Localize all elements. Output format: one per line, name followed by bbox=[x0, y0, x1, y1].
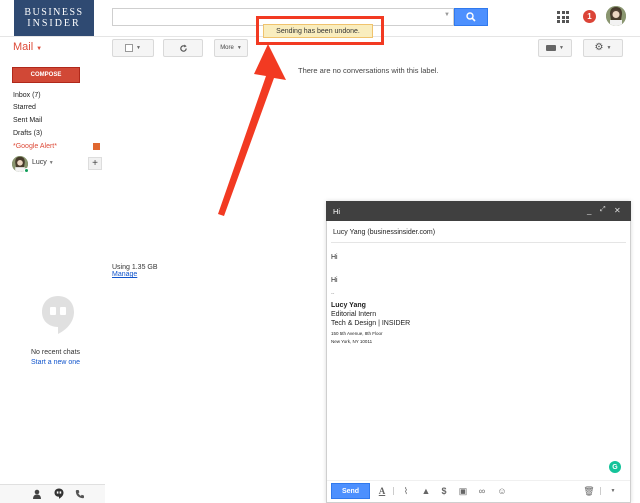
toolbar-divider bbox=[600, 487, 601, 495]
mail-label: Mail bbox=[13, 41, 34, 53]
drive-icon[interactable]: ▲ bbox=[420, 485, 432, 497]
more-options-icon[interactable]: ▼ bbox=[607, 485, 619, 497]
sidebar-item-sent[interactable]: Sent Mail bbox=[13, 117, 42, 124]
checkbox-icon bbox=[125, 44, 134, 52]
format-text-icon[interactable]: A bbox=[376, 485, 388, 497]
annotation-arrow bbox=[218, 44, 286, 216]
compose-button[interactable]: COMPOSE bbox=[12, 67, 80, 83]
refresh-button[interactable] bbox=[163, 39, 203, 57]
chat-user-menu[interactable]: Lucy ▼ bbox=[32, 159, 54, 166]
input-tools-button[interactable]: ▼ bbox=[538, 39, 572, 57]
search-button[interactable] bbox=[454, 8, 488, 26]
sidebar-item-starred[interactable]: Starred bbox=[13, 104, 36, 111]
emoji-icon[interactable]: ☺ bbox=[496, 485, 508, 497]
money-icon[interactable]: $ bbox=[438, 485, 450, 497]
compose-title: Hi bbox=[333, 206, 341, 216]
search-icon bbox=[466, 12, 476, 22]
signature-separator: -- bbox=[331, 291, 335, 297]
expand-icon[interactable]: ⤢ bbox=[600, 206, 606, 214]
hangouts-tab-icon[interactable] bbox=[54, 488, 64, 499]
no-recent-chats-text: No recent chats bbox=[31, 349, 81, 356]
gear-icon: ⚙ bbox=[594, 42, 604, 53]
close-icon[interactable]: ✕ bbox=[614, 206, 621, 215]
compose-body-line[interactable]: Hi bbox=[331, 254, 338, 261]
new-chat-plus-button[interactable]: + bbox=[88, 157, 102, 170]
chevron-down-icon: ▼ bbox=[559, 45, 564, 51]
chevron-down-icon: ▼ bbox=[606, 45, 612, 51]
phone-icon[interactable] bbox=[75, 489, 85, 499]
attach-icon[interactable]: ⌇ bbox=[400, 485, 412, 497]
start-new-chat-link[interactable]: Start a new one bbox=[31, 359, 80, 366]
sidebar-item-drafts[interactable]: Drafts (3) bbox=[13, 130, 42, 137]
chevron-down-icon: ▼ bbox=[48, 160, 54, 166]
compose-body-greeting[interactable]: Hi bbox=[331, 277, 338, 284]
chat-bottom-bar bbox=[0, 484, 105, 503]
grammarly-icon[interactable]: G bbox=[609, 461, 621, 473]
compose-recipient-field[interactable]: Lucy Yang (businessinsider.com) bbox=[333, 229, 435, 236]
sidebar-item-google-alert[interactable]: *Google Alert* bbox=[13, 143, 57, 150]
online-status-icon bbox=[24, 168, 29, 173]
compose-window bbox=[326, 201, 631, 503]
signature-name: Lucy Yang bbox=[331, 302, 366, 309]
chat-user-name: Lucy bbox=[32, 159, 47, 166]
signature-org: Tech & Design | INSIDER bbox=[331, 320, 411, 327]
compose-divider bbox=[331, 242, 626, 243]
chevron-down-icon: ▼ bbox=[36, 46, 43, 52]
signature-address-1: 150 5th Avenue, 8th Floor bbox=[331, 331, 383, 336]
signature-title: Editorial Intern bbox=[331, 311, 377, 318]
trash-icon[interactable]: 🗑 bbox=[583, 485, 595, 497]
search-options-icon[interactable]: ▼ bbox=[444, 12, 450, 18]
person-icon[interactable] bbox=[32, 489, 42, 499]
settings-button[interactable]: ⚙ ▼ bbox=[583, 39, 623, 57]
brand-logo[interactable]: BUSINESS INSIDER bbox=[14, 0, 94, 36]
photo-icon[interactable]: ▣ bbox=[457, 485, 469, 497]
mail-menu[interactable]: Mail ▼ bbox=[13, 41, 42, 53]
compose-header[interactable]: Hi bbox=[326, 201, 631, 221]
notification-badge[interactable]: 1 bbox=[583, 10, 596, 23]
toolbar-divider bbox=[393, 487, 394, 495]
apps-grid-icon[interactable] bbox=[557, 11, 569, 23]
brand-line2: INSIDER bbox=[27, 18, 81, 29]
avatar[interactable] bbox=[606, 6, 626, 26]
chevron-down-icon: ▼ bbox=[136, 45, 141, 51]
undo-toast: Sending has been undone. bbox=[263, 24, 373, 38]
link-icon[interactable]: ∞ bbox=[476, 485, 488, 497]
manage-storage-link[interactable]: Manage bbox=[112, 271, 137, 278]
sidebar-item-inbox[interactable]: Inbox (7) bbox=[13, 92, 41, 99]
label-color-swatch[interactable] bbox=[93, 143, 100, 150]
empty-label-message: There are no conversations with this lab… bbox=[298, 66, 439, 75]
storage-usage: Using 1.35 GB bbox=[112, 264, 158, 271]
brand-line1: BUSINESS bbox=[24, 7, 84, 18]
minimize-icon[interactable]: _ bbox=[587, 206, 591, 215]
signature-address-2: New York, NY 10011 bbox=[331, 339, 373, 344]
keyboard-icon bbox=[546, 45, 557, 51]
refresh-icon bbox=[179, 43, 187, 52]
hangouts-icon bbox=[42, 296, 74, 334]
select-checkbox-button[interactable]: ▼ bbox=[112, 39, 154, 57]
send-button[interactable]: Send bbox=[331, 483, 370, 499]
